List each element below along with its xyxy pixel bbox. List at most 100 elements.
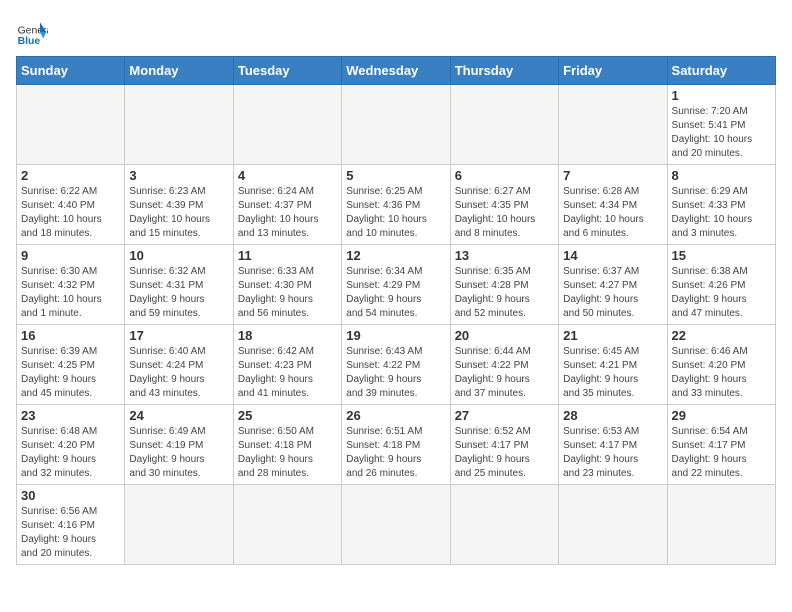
day-number: 26 <box>346 408 445 423</box>
calendar-week-row: 2 Sunrise: 6:22 AM Sunset: 4:40 PM Daylig… <box>17 165 776 245</box>
day-info: Sunrise: 6:28 AM Sunset: 4:34 PM Dayligh… <box>563 185 662 241</box>
day-info: Sunrise: 6:29 AM Sunset: 4:33 PM Dayligh… <box>672 185 771 241</box>
day-number: 20 <box>455 328 554 343</box>
calendar-header-row: SundayMondayTuesdayWednesdayThursdayFrid… <box>17 57 776 85</box>
day-number: 15 <box>672 248 771 263</box>
day-info: Sunrise: 6:24 AM Sunset: 4:37 PM Dayligh… <box>238 185 337 241</box>
day-info: Sunrise: 6:56 AM Sunset: 4:16 PM Dayligh… <box>21 505 120 561</box>
day-number: 6 <box>455 168 554 183</box>
calendar-day-cell: 24 Sunrise: 6:49 AM Sunset: 4:19 PM Dayli… <box>125 405 233 485</box>
day-info: Sunrise: 6:52 AM Sunset: 4:17 PM Dayligh… <box>455 425 554 481</box>
day-number: 13 <box>455 248 554 263</box>
calendar-day-cell <box>233 85 341 165</box>
day-info: Sunrise: 6:38 AM Sunset: 4:26 PM Dayligh… <box>672 265 771 321</box>
day-number: 11 <box>238 248 337 263</box>
calendar-day-cell <box>450 485 558 565</box>
calendar-day-cell <box>450 85 558 165</box>
calendar-day-cell: 7 Sunrise: 6:28 AM Sunset: 4:34 PM Daylig… <box>559 165 667 245</box>
day-info: Sunrise: 6:43 AM Sunset: 4:22 PM Dayligh… <box>346 345 445 401</box>
svg-text:Blue: Blue <box>18 36 41 47</box>
calendar-day-cell: 8 Sunrise: 6:29 AM Sunset: 4:33 PM Daylig… <box>667 165 775 245</box>
day-info: Sunrise: 6:44 AM Sunset: 4:22 PM Dayligh… <box>455 345 554 401</box>
calendar-day-cell: 22 Sunrise: 6:46 AM Sunset: 4:20 PM Dayli… <box>667 325 775 405</box>
calendar-day-cell: 1 Sunrise: 7:20 AM Sunset: 5:41 PM Daylig… <box>667 85 775 165</box>
day-info: Sunrise: 6:32 AM Sunset: 4:31 PM Dayligh… <box>129 265 228 321</box>
day-info: Sunrise: 6:46 AM Sunset: 4:20 PM Dayligh… <box>672 345 771 401</box>
calendar-day-cell: 10 Sunrise: 6:32 AM Sunset: 4:31 PM Dayli… <box>125 245 233 325</box>
day-info: Sunrise: 6:51 AM Sunset: 4:18 PM Dayligh… <box>346 425 445 481</box>
day-number: 2 <box>21 168 120 183</box>
day-number: 9 <box>21 248 120 263</box>
page-header: General Blue <box>16 16 776 48</box>
calendar-day-cell <box>125 85 233 165</box>
day-number: 7 <box>563 168 662 183</box>
calendar-day-cell: 25 Sunrise: 6:50 AM Sunset: 4:18 PM Dayli… <box>233 405 341 485</box>
day-info: Sunrise: 6:49 AM Sunset: 4:19 PM Dayligh… <box>129 425 228 481</box>
day-number: 1 <box>672 88 771 103</box>
day-info: Sunrise: 6:23 AM Sunset: 4:39 PM Dayligh… <box>129 185 228 241</box>
day-info: Sunrise: 6:30 AM Sunset: 4:32 PM Dayligh… <box>21 265 120 321</box>
calendar-week-row: 1 Sunrise: 7:20 AM Sunset: 5:41 PM Daylig… <box>17 85 776 165</box>
calendar-day-cell: 23 Sunrise: 6:48 AM Sunset: 4:20 PM Dayli… <box>17 405 125 485</box>
day-info: Sunrise: 6:34 AM Sunset: 4:29 PM Dayligh… <box>346 265 445 321</box>
column-header-sunday: Sunday <box>17 57 125 85</box>
calendar-day-cell: 18Sunrise: 6:42 AM Sunset: 4:23 PM Dayli… <box>233 325 341 405</box>
day-number: 4 <box>238 168 337 183</box>
calendar-day-cell: 16 Sunrise: 6:39 AM Sunset: 4:25 PM Dayli… <box>17 325 125 405</box>
day-info: Sunrise: 6:37 AM Sunset: 4:27 PM Dayligh… <box>563 265 662 321</box>
calendar-day-cell <box>233 485 341 565</box>
calendar-day-cell: 6 Sunrise: 6:27 AM Sunset: 4:35 PM Daylig… <box>450 165 558 245</box>
day-number: 10 <box>129 248 228 263</box>
calendar-day-cell: 19 Sunrise: 6:43 AM Sunset: 4:22 PM Dayli… <box>342 325 450 405</box>
day-info: Sunrise: 6:54 AM Sunset: 4:17 PM Dayligh… <box>672 425 771 481</box>
day-info: Sunrise: 6:27 AM Sunset: 4:35 PM Dayligh… <box>455 185 554 241</box>
calendar-day-cell: 9 Sunrise: 6:30 AM Sunset: 4:32 PM Daylig… <box>17 245 125 325</box>
calendar-day-cell <box>342 85 450 165</box>
day-info: Sunrise: 6:22 AM Sunset: 4:40 PM Dayligh… <box>21 185 120 241</box>
day-number: 27 <box>455 408 554 423</box>
day-number: 3 <box>129 168 228 183</box>
calendar-day-cell: 3 Sunrise: 6:23 AM Sunset: 4:39 PM Daylig… <box>125 165 233 245</box>
day-info: Sunrise: 7:20 AM Sunset: 5:41 PM Dayligh… <box>672 105 771 161</box>
day-number: 24 <box>129 408 228 423</box>
calendar-day-cell: 12Sunrise: 6:34 AM Sunset: 4:29 PM Dayli… <box>342 245 450 325</box>
column-header-friday: Friday <box>559 57 667 85</box>
column-header-monday: Monday <box>125 57 233 85</box>
day-info: Sunrise: 6:35 AM Sunset: 4:28 PM Dayligh… <box>455 265 554 321</box>
calendar-day-cell <box>17 85 125 165</box>
day-number: 17 <box>129 328 228 343</box>
day-number: 8 <box>672 168 771 183</box>
calendar-day-cell: 2 Sunrise: 6:22 AM Sunset: 4:40 PM Daylig… <box>17 165 125 245</box>
calendar-day-cell <box>667 485 775 565</box>
day-number: 22 <box>672 328 771 343</box>
day-info: Sunrise: 6:25 AM Sunset: 4:36 PM Dayligh… <box>346 185 445 241</box>
day-number: 28 <box>563 408 662 423</box>
day-number: 30 <box>21 488 120 503</box>
logo-icon: General Blue <box>16 16 48 48</box>
calendar-week-row: 30 Sunrise: 6:56 AM Sunset: 4:16 PM Dayli… <box>17 485 776 565</box>
day-number: 25 <box>238 408 337 423</box>
calendar-day-cell: 28 Sunrise: 6:53 AM Sunset: 4:17 PM Dayli… <box>559 405 667 485</box>
calendar-day-cell: 11Sunrise: 6:33 AM Sunset: 4:30 PM Dayli… <box>233 245 341 325</box>
logo: General Blue <box>16 16 52 48</box>
calendar-day-cell: 27 Sunrise: 6:52 AM Sunset: 4:17 PM Dayli… <box>450 405 558 485</box>
day-number: 23 <box>21 408 120 423</box>
day-info: Sunrise: 6:53 AM Sunset: 4:17 PM Dayligh… <box>563 425 662 481</box>
day-info: Sunrise: 6:40 AM Sunset: 4:24 PM Dayligh… <box>129 345 228 401</box>
calendar-week-row: 23 Sunrise: 6:48 AM Sunset: 4:20 PM Dayli… <box>17 405 776 485</box>
day-number: 14 <box>563 248 662 263</box>
day-number: 5 <box>346 168 445 183</box>
day-number: 16 <box>21 328 120 343</box>
day-number: 29 <box>672 408 771 423</box>
column-header-thursday: Thursday <box>450 57 558 85</box>
day-number: 18 <box>238 328 337 343</box>
day-number: 19 <box>346 328 445 343</box>
calendar-day-cell: 15 Sunrise: 6:38 AM Sunset: 4:26 PM Dayli… <box>667 245 775 325</box>
calendar-day-cell: 21Sunrise: 6:45 AM Sunset: 4:21 PM Dayli… <box>559 325 667 405</box>
calendar-day-cell: 13 Sunrise: 6:35 AM Sunset: 4:28 PM Dayli… <box>450 245 558 325</box>
day-info: Sunrise: 6:39 AM Sunset: 4:25 PM Dayligh… <box>21 345 120 401</box>
calendar-day-cell: 20 Sunrise: 6:44 AM Sunset: 4:22 PM Dayli… <box>450 325 558 405</box>
day-info: Sunrise: 6:48 AM Sunset: 4:20 PM Dayligh… <box>21 425 120 481</box>
calendar-day-cell <box>559 85 667 165</box>
day-info: Sunrise: 6:50 AM Sunset: 4:18 PM Dayligh… <box>238 425 337 481</box>
